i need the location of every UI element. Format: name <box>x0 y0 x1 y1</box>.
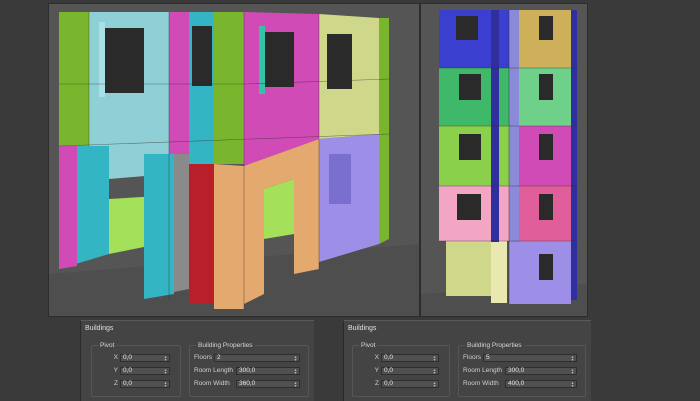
pivot-x-label: X <box>113 354 118 361</box>
building-two-floor-render <box>49 12 419 316</box>
floors-spinner[interactable]: 5 ▴ ▾ <box>483 354 577 362</box>
pivot-y-value: 0,0 <box>384 367 394 374</box>
pivot-z-label: Z <box>375 380 379 387</box>
spinner-arrows-icon[interactable]: ▴ ▾ <box>293 368 298 375</box>
spinner-arrows-icon[interactable]: ▴ ▾ <box>570 368 575 375</box>
spinner-arrows-icon[interactable]: ▴ ▾ <box>293 355 298 362</box>
building-properties-title: Building Properties <box>196 342 255 349</box>
building-properties-group: Building Properties Floors 5 ▴ ▾ Room Len… <box>458 342 586 397</box>
pivot-y-value: 0,0 <box>123 367 133 374</box>
pivot-z-spinner[interactable]: 0,0 ▴ ▾ <box>381 380 439 388</box>
pivot-y-label: Y <box>374 367 379 374</box>
room-width-value: 400,0 <box>508 380 525 387</box>
pivot-title: Pivot <box>98 342 117 349</box>
pivot-z-label: Z <box>114 380 118 387</box>
spinner-arrows-icon[interactable]: ▴ ▾ <box>570 355 575 362</box>
buildings-panel-left: Buildings Pivot X 0,0 ▴ ▾ Y 0,0 ▴ ▾ Z 0,0 … <box>80 320 314 401</box>
pivot-group: Pivot X 0,0 ▴ ▾ Y 0,0 ▴ ▾ Z 0,0 ▴ ▾ <box>91 342 181 397</box>
floors-spinner[interactable]: 2 ▴ ▾ <box>214 354 300 362</box>
room-width-value: 360,0 <box>239 380 256 387</box>
room-width-spinner[interactable]: 360,0 ▴ ▾ <box>236 380 300 388</box>
pivot-x-value: 0,0 <box>123 354 133 361</box>
building-properties-group: Building Properties Floors 2 ▴ ▾ Room Len… <box>189 342 309 397</box>
pivot-y-label: Y <box>113 367 118 374</box>
floors-label: Floors <box>194 354 213 361</box>
spinner-arrows-icon[interactable]: ▴ ▾ <box>432 381 437 388</box>
spinner-arrows-icon[interactable]: ▴ ▾ <box>163 355 168 362</box>
spinner-arrows-icon[interactable]: ▴ ▾ <box>163 368 168 375</box>
floors-label: Floors <box>463 354 482 361</box>
pivot-group: Pivot X 0,0 ▴ ▾ Y 0,0 ▴ ▾ Z 0,0 ▴ ▾ <box>352 342 450 397</box>
spinner-arrows-icon[interactable]: ▴ ▾ <box>570 381 575 388</box>
spinner-arrows-icon[interactable]: ▴ ▾ <box>293 381 298 388</box>
spinner-arrows-icon[interactable]: ▴ ▾ <box>163 381 168 388</box>
room-length-label: Room Length <box>194 367 234 374</box>
spinner-arrows-icon[interactable]: ▴ ▾ <box>432 355 437 362</box>
pivot-x-label: X <box>374 354 379 361</box>
pivot-x-value: 0,0 <box>384 354 394 361</box>
panel-title: Buildings <box>85 325 114 332</box>
spinner-arrows-icon[interactable]: ▴ ▾ <box>432 368 437 375</box>
panel-title: Buildings <box>348 325 377 332</box>
room-length-spinner[interactable]: 300,0 ▴ ▾ <box>505 367 577 375</box>
room-length-value: 300,0 <box>239 367 256 374</box>
building-five-floor-render <box>421 10 587 316</box>
room-length-spinner[interactable]: 300,0 ▴ ▾ <box>236 367 300 375</box>
pivot-y-spinner[interactable]: 0,0 ▴ ▾ <box>381 367 439 375</box>
pivot-z-spinner[interactable]: 0,0 ▴ ▾ <box>120 380 170 388</box>
pivot-title: Pivot <box>359 342 378 349</box>
building-properties-title: Building Properties <box>465 342 524 349</box>
buildings-panel-right: Buildings Pivot X 0,0 ▴ ▾ Y 0,0 ▴ ▾ Z 0,0 … <box>343 320 591 401</box>
room-length-label: Room Length <box>463 367 503 374</box>
room-width-label: Room Width <box>463 380 499 387</box>
pivot-z-value: 0,0 <box>384 380 394 387</box>
pivot-x-spinner[interactable]: 0,0 ▴ ▾ <box>381 354 439 362</box>
pivot-y-spinner[interactable]: 0,0 ▴ ▾ <box>120 367 170 375</box>
floors-value: 2 <box>217 354 221 361</box>
room-width-label: Room Width <box>194 380 230 387</box>
pivot-z-value: 0,0 <box>123 380 133 387</box>
viewport-left[interactable] <box>48 3 420 317</box>
room-width-spinner[interactable]: 400,0 ▴ ▾ <box>505 380 577 388</box>
room-length-value: 300,0 <box>508 367 525 374</box>
viewport-right[interactable] <box>420 3 588 317</box>
pivot-x-spinner[interactable]: 0,0 ▴ ▾ <box>120 354 170 362</box>
floors-value: 5 <box>486 354 490 361</box>
